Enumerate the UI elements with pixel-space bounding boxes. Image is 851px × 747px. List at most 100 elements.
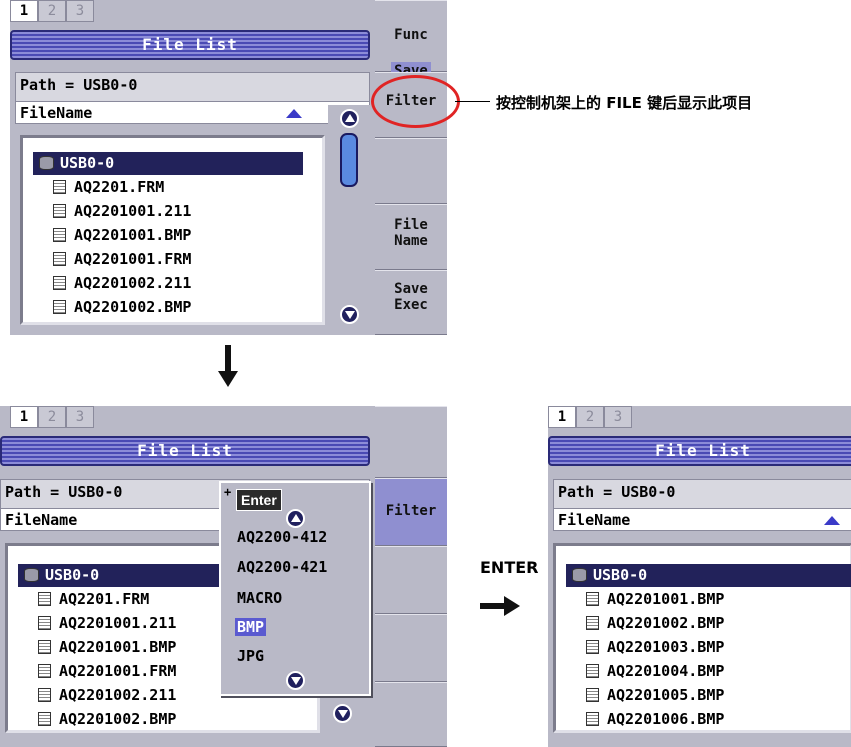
file-name-softkey[interactable]: File Name	[375, 204, 447, 270]
file-name: AQ2201002.211	[59, 686, 177, 704]
filter-option[interactable]: AQ2200-421	[237, 558, 327, 576]
list-item[interactable]: AQ2201001.BMP	[35, 224, 305, 247]
path-label: Path = USB0-0	[5, 483, 123, 501]
window-title: File List	[10, 30, 370, 60]
tab-bar: 1 2 3	[10, 0, 94, 22]
file-icon	[586, 640, 599, 654]
path-box: Path = USB0-0 FileName	[553, 479, 851, 531]
column-header-label: FileName	[558, 511, 631, 529]
file-name: AQ2201.FRM	[74, 178, 165, 196]
filter-softkey[interactable]: Filter	[375, 478, 447, 546]
tab-2[interactable]: 2	[38, 406, 66, 428]
list-item[interactable]: AQ2201004.BMP	[568, 660, 838, 683]
file-name: AQ2201001.FRM	[74, 250, 192, 268]
popup-scroll-down-button[interactable]	[286, 671, 305, 690]
file-list: USB0-0 AQ2201001.BMP AQ2201002.BMP AQ220…	[553, 543, 851, 733]
scroll-down-button[interactable]	[333, 704, 352, 723]
tab-1[interactable]: 1	[10, 406, 38, 428]
filter-popup: + Enter AQ2200-412 AQ2200-421 MACRO BMP …	[219, 481, 371, 696]
tab-3[interactable]: 3	[66, 0, 94, 22]
file-icon	[586, 712, 599, 726]
file-name: AQ2201001.211	[74, 202, 192, 220]
column-header[interactable]: FileName	[16, 101, 369, 123]
right-arrow-icon	[480, 596, 522, 616]
list-item-drive[interactable]: USB0-0	[566, 564, 851, 587]
file-name: AQ2201001.BMP	[607, 590, 725, 608]
list-item[interactable]: AQ2201002.BMP	[20, 708, 290, 731]
file-icon	[38, 616, 51, 630]
file-icon	[38, 712, 51, 726]
list-item[interactable]: AQ2201001.FRM	[35, 248, 305, 271]
scroll-down-button[interactable]	[340, 305, 359, 324]
blank-softkey[interactable]	[375, 138, 447, 204]
func-label: Func	[394, 27, 428, 43]
file-name: AQ2201002.BMP	[607, 614, 725, 632]
sort-ascending-icon[interactable]	[824, 516, 840, 525]
tab-2[interactable]: 2	[576, 406, 604, 428]
list-item[interactable]: AQ2201002.211	[35, 272, 305, 295]
file-icon	[38, 640, 51, 654]
file-list-panel-filtered: 1 2 3 File List Path = USB0-0 FileName U…	[548, 406, 851, 747]
path-label: Path = USB0-0	[20, 76, 138, 94]
file-icon	[586, 664, 599, 678]
file-name: AQ2201006.BMP	[607, 710, 725, 728]
blank-softkey[interactable]	[375, 682, 447, 747]
drive-icon	[24, 568, 39, 582]
file-icon	[586, 592, 599, 606]
tab-3[interactable]: 3	[604, 406, 632, 428]
tab-1[interactable]: 1	[10, 0, 38, 22]
file-icon	[53, 252, 66, 266]
list-item[interactable]: AQ2201001.211	[35, 200, 305, 223]
list-item[interactable]: AQ2201006.BMP	[568, 708, 838, 731]
filter-option-selected[interactable]: BMP	[235, 618, 267, 636]
path-box: Path = USB0-0 FileName	[15, 72, 370, 124]
file-icon	[586, 616, 599, 630]
window-title: File List	[548, 436, 851, 466]
tab-3[interactable]: 3	[66, 406, 94, 428]
filter-option[interactable]: MACRO	[237, 589, 282, 607]
file-icon	[38, 688, 51, 702]
drive-label: USB0-0	[60, 154, 115, 172]
softkey-column-top: Func Save Filter File Name Save Exec	[375, 0, 447, 335]
tab-bar: 1 2 3	[10, 406, 94, 428]
file-icon	[53, 204, 66, 218]
filter-option[interactable]: AQ2200-412	[237, 528, 327, 546]
popup-scroll-up-button[interactable]	[286, 509, 305, 528]
file-name: AQ2201001.211	[59, 614, 177, 632]
scrollbar[interactable]	[328, 105, 370, 330]
highlight-circle	[371, 75, 460, 128]
list-item[interactable]: AQ2201002.BMP	[35, 296, 305, 319]
popup-enter-button[interactable]: Enter	[236, 489, 282, 511]
tab-1[interactable]: 1	[548, 406, 576, 428]
filter-option[interactable]: JPG	[237, 647, 264, 665]
blank-softkey[interactable]	[375, 614, 447, 682]
file-icon	[586, 688, 599, 702]
file-icon	[53, 180, 66, 194]
list-item[interactable]: AQ2201003.BMP	[568, 636, 838, 659]
scrollbar[interactable]	[325, 696, 365, 741]
list-item[interactable]: AQ2201.FRM	[35, 176, 305, 199]
blank-softkey[interactable]	[375, 406, 447, 478]
scroll-thumb[interactable]	[340, 133, 358, 187]
tab-2[interactable]: 2	[38, 0, 66, 22]
save-exec-softkey[interactable]: Save Exec	[375, 270, 447, 335]
sort-ascending-icon[interactable]	[286, 109, 302, 118]
file-name: AQ2201004.BMP	[607, 662, 725, 680]
column-header[interactable]: FileName	[554, 508, 851, 530]
file-name: AQ2201002.211	[74, 274, 192, 292]
file-icon	[53, 228, 66, 242]
drive-label: USB0-0	[593, 566, 648, 584]
list-item[interactable]: AQ2201002.BMP	[568, 612, 838, 635]
list-item[interactable]: AQ2201005.BMP	[568, 684, 838, 707]
scroll-up-button[interactable]	[340, 109, 359, 128]
drive-label: USB0-0	[45, 566, 100, 584]
softkey-column-bottom: Filter	[375, 406, 447, 747]
func-softkey[interactable]: Func Save	[375, 0, 447, 80]
popup-plus: +	[224, 485, 232, 499]
drive-icon	[39, 156, 54, 170]
drive-icon	[572, 568, 587, 582]
list-item-drive[interactable]: USB0-0	[33, 152, 303, 175]
path-label: Path = USB0-0	[558, 483, 676, 501]
list-item[interactable]: AQ2201001.BMP	[568, 588, 838, 611]
blank-softkey[interactable]	[375, 546, 447, 614]
